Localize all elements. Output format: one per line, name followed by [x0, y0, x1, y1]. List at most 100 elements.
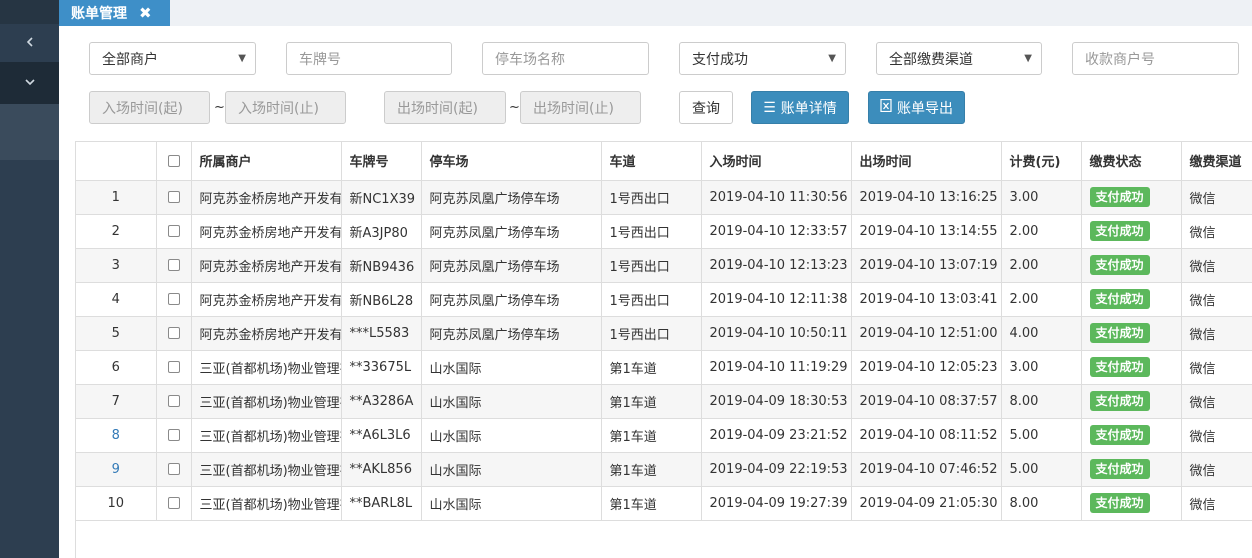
plate-input[interactable]: 车牌号	[286, 42, 452, 75]
bill-detail-button[interactable]: ☰ 账单详情	[751, 91, 849, 124]
cell-pay-channel: 微信	[1181, 418, 1252, 453]
row-select-cell[interactable]	[156, 452, 192, 487]
row-checkbox[interactable]	[167, 463, 180, 475]
cell-pay-status: 支付成功	[1081, 248, 1182, 283]
cell-plate: **BARL8L	[341, 486, 422, 521]
select-all-checkbox[interactable]	[167, 154, 180, 167]
cell-entry-time: 2019-04-09 18:30:53	[701, 384, 852, 419]
cell-fee: 2.00	[1001, 282, 1082, 317]
tab-bill-management[interactable]: 账单管理 ✖	[59, 0, 170, 26]
row-checkbox[interactable]	[167, 327, 180, 339]
cell-parking-lot: 阿克苏凤凰广场停车场	[421, 248, 602, 283]
channel-select[interactable]: 全部缴费渠道 ▼	[876, 42, 1042, 75]
parking-lot-input[interactable]: 停车场名称	[482, 42, 649, 75]
cell-plate: **AKL856	[341, 452, 422, 487]
table-row[interactable]: 8 三亚(首都机场)物业管理有 **A6L3L6 山水国际 第1车道 2019-04-09…	[76, 418, 1252, 453]
row-checkbox[interactable]	[167, 497, 180, 509]
cell-exit-time: 2019-04-10 12:05:23	[851, 350, 1002, 385]
cell-parking-lot: 山水国际	[421, 350, 602, 385]
cell-merchant: 三亚(首都机场)物业管理有	[191, 452, 342, 487]
row-checkbox[interactable]	[167, 259, 180, 271]
status-badge: 支付成功	[1089, 255, 1150, 275]
cell-lane: 第1车道	[601, 486, 702, 521]
table-row[interactable]: 10 三亚(首都机场)物业管理有 **BARL8L 山水国际 第1车道 2019-04-0…	[76, 486, 1252, 521]
row-select-cell[interactable]	[156, 282, 192, 317]
row-checkbox[interactable]	[167, 293, 180, 305]
sidebar-menu-group[interactable]	[0, 62, 59, 104]
cell-lane: 1号西出口	[601, 214, 702, 249]
cell-exit-time: 2019-04-10 13:14:55	[851, 214, 1002, 249]
exit-time-start-input[interactable]: 出场时间(起)	[384, 91, 506, 124]
cell-pay-channel: 微信	[1181, 316, 1252, 351]
cell-plate: 新NB9436	[341, 248, 422, 283]
row-checkbox[interactable]	[167, 429, 180, 441]
cell-merchant: 阿克苏金桥房地产开发有限	[191, 316, 342, 351]
exit-time-end-input[interactable]: 出场时间(止)	[520, 91, 641, 124]
header-select-all[interactable]	[156, 142, 192, 181]
cell-pay-status: 支付成功	[1081, 452, 1182, 487]
table-row[interactable]: 4 阿克苏金桥房地产开发有限 新NB6L28 阿克苏凤凰广场停车场 1号西出口 2019-…	[76, 282, 1252, 317]
payee-merchant-input[interactable]: 收款商户号	[1072, 42, 1239, 75]
row-select-cell[interactable]	[156, 384, 192, 419]
caret-down-icon: ▼	[828, 53, 836, 64]
cell-fee: 2.00	[1001, 214, 1082, 249]
entry-time-start-input[interactable]: 入场时间(起)	[89, 91, 210, 124]
table-row[interactable]: 5 阿克苏金桥房地产开发有限 ***L5583 阿克苏凤凰广场停车场 1号西出口 2019…	[76, 316, 1252, 351]
status-badge: 支付成功	[1089, 391, 1150, 411]
parking-lot-input-placeholder: 停车场名称	[495, 51, 565, 68]
entry-time-end-input[interactable]: 入场时间(止)	[225, 91, 346, 124]
merchant-select[interactable]: 全部商户 ▼	[89, 42, 256, 75]
cell-pay-channel: 微信	[1181, 214, 1252, 249]
cell-exit-time: 2019-04-09 21:05:30	[851, 486, 1002, 521]
row-checkbox[interactable]	[167, 395, 180, 407]
cell-parking-lot: 山水国际	[421, 452, 602, 487]
cell-plate: 新NB6L28	[341, 282, 422, 317]
cell-merchant: 阿克苏金桥房地产开发有限	[191, 248, 342, 283]
row-select-cell[interactable]	[156, 486, 192, 521]
cell-merchant: 三亚(首都机场)物业管理有	[191, 486, 342, 521]
pay-status-select[interactable]: 支付成功 ▼	[679, 42, 846, 75]
row-select-cell[interactable]	[156, 316, 192, 351]
query-button[interactable]: 查询	[679, 91, 733, 124]
status-badge: 支付成功	[1089, 187, 1150, 207]
row-select-cell[interactable]	[156, 214, 192, 249]
bill-export-button-label: 账单导出	[897, 100, 953, 117]
sidebar-collapse-toggle[interactable]	[0, 24, 59, 62]
header-entry-time: 入场时间	[701, 142, 852, 181]
bill-export-button[interactable]: 账单导出	[868, 91, 965, 124]
row-checkbox[interactable]	[167, 225, 180, 237]
row-select-cell[interactable]	[156, 418, 192, 453]
row-index: 6	[76, 350, 157, 385]
cell-pay-status: 支付成功	[1081, 282, 1182, 317]
sidebar-submenu-item[interactable]	[0, 104, 59, 160]
table-row[interactable]: 9 三亚(首都机场)物业管理有 **AKL856 山水国际 第1车道 2019-04-09…	[76, 452, 1252, 487]
caret-down-icon: ▼	[1024, 53, 1032, 64]
cell-merchant: 阿克苏金桥房地产开发有限	[191, 180, 342, 215]
cell-fee: 4.00	[1001, 316, 1082, 351]
payee-merchant-input-placeholder: 收款商户号	[1085, 51, 1155, 68]
cell-lane: 第1车道	[601, 418, 702, 453]
table-row[interactable]: 7 三亚(首都机场)物业管理有 **A3286A 山水国际 第1车道 2019-04-09…	[76, 384, 1252, 419]
cell-parking-lot: 阿克苏凤凰广场停车场	[421, 282, 602, 317]
cell-exit-time: 2019-04-10 13:16:25	[851, 180, 1002, 215]
row-index: 3	[76, 248, 157, 283]
caret-down-icon: ▼	[238, 53, 246, 64]
merchant-select-value: 全部商户	[102, 51, 158, 68]
row-checkbox[interactable]	[167, 361, 180, 373]
cell-lane: 1号西出口	[601, 248, 702, 283]
table-row[interactable]: 1 阿克苏金桥房地产开发有限 新NC1X39 阿克苏凤凰广场停车场 1号西出口 2019-…	[76, 180, 1252, 215]
cell-fee: 8.00	[1001, 384, 1082, 419]
table-row[interactable]: 3 阿克苏金桥房地产开发有限 新NB9436 阿克苏凤凰广场停车场 1号西出口 2019-…	[76, 248, 1252, 283]
cell-merchant: 三亚(首都机场)物业管理有	[191, 350, 342, 385]
row-select-cell[interactable]	[156, 248, 192, 283]
table-row[interactable]: 2 阿克苏金桥房地产开发有限 新A3JP80 阿克苏凤凰广场停车场 1号西出口 2019-…	[76, 214, 1252, 249]
table-row[interactable]: 6 三亚(首都机场)物业管理有 **33675L 山水国际 第1车道 2019-04-10…	[76, 350, 1252, 385]
close-icon[interactable]: ✖	[139, 4, 152, 22]
header-pay-channel: 缴费渠道	[1181, 142, 1252, 181]
row-checkbox[interactable]	[167, 191, 180, 203]
cell-parking-lot: 阿克苏凤凰广场停车场	[421, 180, 602, 215]
cell-pay-status: 支付成功	[1081, 350, 1182, 385]
cell-entry-time: 2019-04-10 12:13:23	[701, 248, 852, 283]
row-select-cell[interactable]	[156, 180, 192, 215]
row-select-cell[interactable]	[156, 350, 192, 385]
